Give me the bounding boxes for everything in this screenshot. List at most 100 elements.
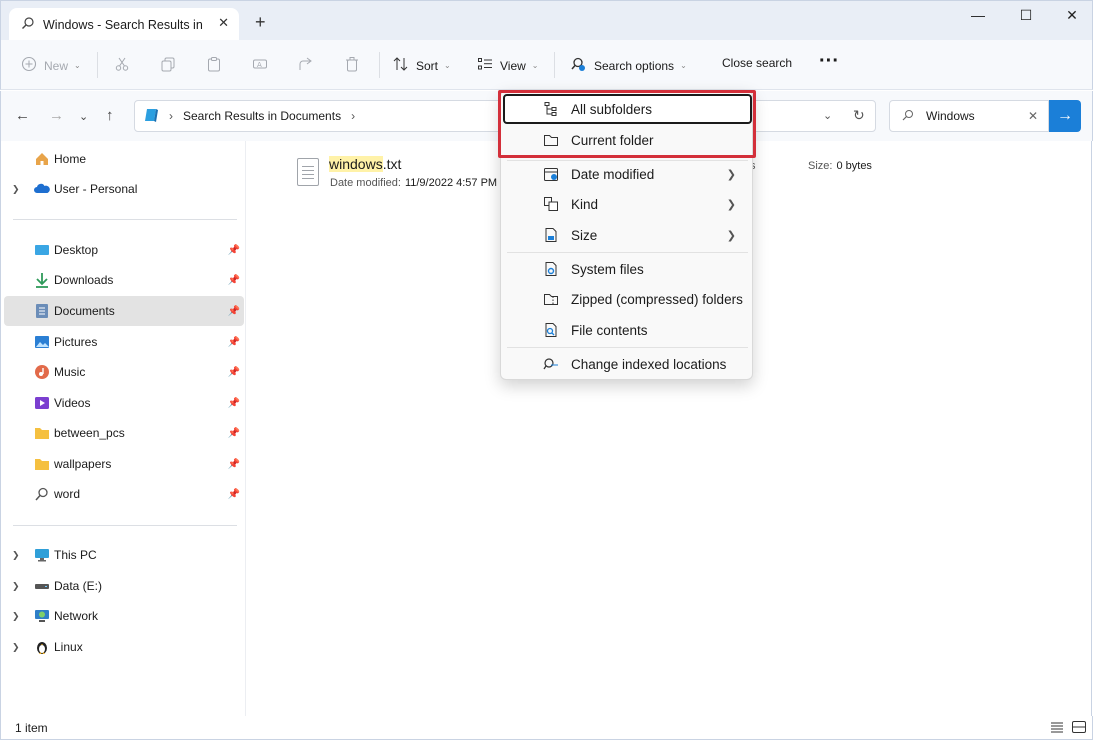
folder-outline-icon	[543, 132, 559, 148]
desktop-icon	[34, 242, 50, 258]
close-tab-icon[interactable]: ✕	[218, 15, 229, 31]
minimize-button[interactable]: —	[963, 7, 993, 23]
submenu-chevron-icon: ❯	[727, 229, 736, 242]
menu-item-file-contents[interactable]: File contents	[503, 315, 752, 345]
copy-icon[interactable]	[160, 56, 176, 72]
forward-arrow-icon[interactable]: →	[49, 107, 64, 124]
search-results-folder-icon	[145, 107, 159, 126]
search-options-button[interactable]: Search options ⌄	[570, 56, 687, 75]
new-tab-button[interactable]: +	[255, 12, 266, 33]
sidebar-item-network[interactable]: ❯ Network	[4, 601, 244, 631]
new-button[interactable]: New ⌄	[21, 56, 81, 75]
expand-chevron-icon[interactable]: ❯	[12, 550, 20, 561]
sidebar-item-label: word	[54, 487, 80, 501]
maximize-button[interactable]: ☐	[1011, 7, 1041, 24]
sidebar-item-this-pc[interactable]: ❯ This PC	[4, 540, 244, 570]
linux-penguin-icon	[34, 639, 50, 655]
view-button[interactable]: View ⌄	[477, 56, 539, 75]
indexed-locations-icon	[543, 356, 559, 372]
menu-item-system-files[interactable]: System files	[503, 254, 752, 284]
details-view-icon[interactable]	[1049, 720, 1065, 734]
sidebar-item-data-e[interactable]: ❯ Data (E:)	[4, 571, 244, 601]
address-dropdown-icon[interactable]: ⌄	[823, 109, 832, 122]
share-icon[interactable]	[298, 56, 314, 72]
plus-circle-icon	[21, 56, 37, 75]
close-search-button[interactable]: Close search	[722, 56, 792, 70]
rename-icon[interactable]: A	[252, 56, 268, 72]
download-icon	[34, 272, 50, 288]
title-bar: Windows - Search Results in D ✕ + — ☐ ✕	[0, 0, 1093, 40]
text-file-icon	[297, 158, 319, 186]
sidebar-item-wallpapers[interactable]: wallpapers 📌	[4, 449, 244, 479]
sidebar-item-label: Home	[54, 152, 86, 166]
menu-item-current-folder[interactable]: Current folder	[503, 125, 752, 155]
expand-chevron-icon[interactable]: ❯	[12, 642, 20, 653]
search-options-menu: All subfolders Current folder Date modif…	[500, 90, 753, 380]
menu-item-zipped-folders[interactable]: Zipped (compressed) folders	[503, 284, 752, 314]
sidebar-item-word[interactable]: word 📌	[4, 479, 244, 509]
sidebar-item-between-pcs[interactable]: between_pcs 📌	[4, 418, 244, 448]
window-tab[interactable]: Windows - Search Results in D ✕	[9, 8, 239, 41]
sidebar-item-label: This PC	[54, 548, 97, 562]
menu-item-label: Date modified	[571, 167, 654, 182]
menu-item-label: Current folder	[571, 133, 654, 148]
menu-item-change-indexed-locations[interactable]: Change indexed locations	[503, 349, 752, 379]
more-options-button[interactable]: ···	[819, 50, 839, 73]
expand-chevron-icon[interactable]: ❯	[12, 184, 20, 195]
menu-item-kind[interactable]: Kind ❯	[503, 189, 752, 219]
menu-item-label: Change indexed locations	[571, 357, 726, 372]
menu-item-size[interactable]: Size ❯	[503, 220, 752, 250]
clear-search-icon[interactable]: ✕	[1028, 109, 1038, 123]
expand-chevron-icon[interactable]: ❯	[12, 581, 20, 592]
breadcrumb[interactable]: Search Results in Documents	[183, 109, 341, 123]
sidebar-item-label: Data (E:)	[54, 579, 102, 593]
view-label: View	[500, 59, 526, 73]
menu-item-all-subfolders[interactable]: All subfolders	[503, 94, 752, 124]
sidebar-item-home[interactable]: Home	[4, 144, 244, 174]
sidebar-item-downloads[interactable]: Downloads 📌	[4, 265, 244, 295]
sort-icon	[393, 56, 409, 75]
file-search-icon	[543, 322, 559, 338]
view-icon	[477, 56, 493, 75]
close-window-button[interactable]: ✕	[1057, 7, 1087, 24]
recent-locations-chevron-icon[interactable]: ⌄	[79, 110, 88, 123]
menu-item-label: System files	[571, 262, 644, 277]
pin-icon: 📌	[228, 489, 240, 500]
sidebar-item-pictures[interactable]: Pictures 📌	[4, 327, 244, 357]
sidebar-item-label: Pictures	[54, 335, 97, 349]
menu-item-label: Size	[571, 228, 597, 243]
large-icons-view-icon[interactable]	[1071, 720, 1087, 734]
search-options-label: Search options	[594, 59, 674, 73]
refresh-icon[interactable]: ↻	[853, 107, 865, 124]
menu-item-label: Zipped (compressed) folders	[571, 292, 743, 307]
this-pc-icon	[34, 547, 50, 563]
up-arrow-icon[interactable]: ↑	[106, 107, 114, 124]
back-arrow-icon[interactable]: ←	[15, 107, 30, 124]
tab-title: Windows - Search Results in D	[43, 18, 203, 32]
sidebar-item-desktop[interactable]: Desktop 📌	[4, 235, 244, 265]
search-input[interactable]: Windows	[926, 109, 975, 123]
sidebar-item-linux[interactable]: ❯ Linux	[4, 632, 244, 662]
breadcrumb-separator-icon: ›	[169, 109, 173, 123]
search-icon	[34, 486, 50, 502]
sidebar-item-label: Videos	[54, 396, 90, 410]
sidebar-item-videos[interactable]: Videos 📌	[4, 388, 244, 418]
sidebar-item-documents[interactable]: Documents 📌	[4, 296, 244, 326]
file-size: Size:0 bytes	[808, 160, 872, 172]
paste-icon[interactable]	[206, 56, 222, 72]
sidebar-item-music[interactable]: Music 📌	[4, 357, 244, 387]
menu-item-date-modified[interactable]: Date modified ❯	[503, 159, 752, 189]
delete-icon[interactable]	[344, 56, 360, 72]
home-icon	[34, 151, 50, 167]
sort-button[interactable]: Sort ⌄	[393, 56, 451, 75]
cut-icon[interactable]	[114, 56, 130, 72]
calendar-icon	[543, 166, 559, 182]
search-go-button[interactable]: →	[1049, 100, 1081, 132]
sidebar-item-label: Linux	[54, 640, 83, 654]
breadcrumb-chevron-icon[interactable]: ›	[351, 109, 355, 123]
expand-chevron-icon[interactable]: ❯	[12, 611, 20, 622]
sidebar-item-user-personal[interactable]: ❯ User - Personal	[4, 174, 244, 204]
search-box[interactable]: Windows ✕	[889, 100, 1049, 132]
file-name[interactable]: windows.txt	[329, 156, 401, 172]
sidebar-item-label: between_pcs	[54, 426, 125, 440]
